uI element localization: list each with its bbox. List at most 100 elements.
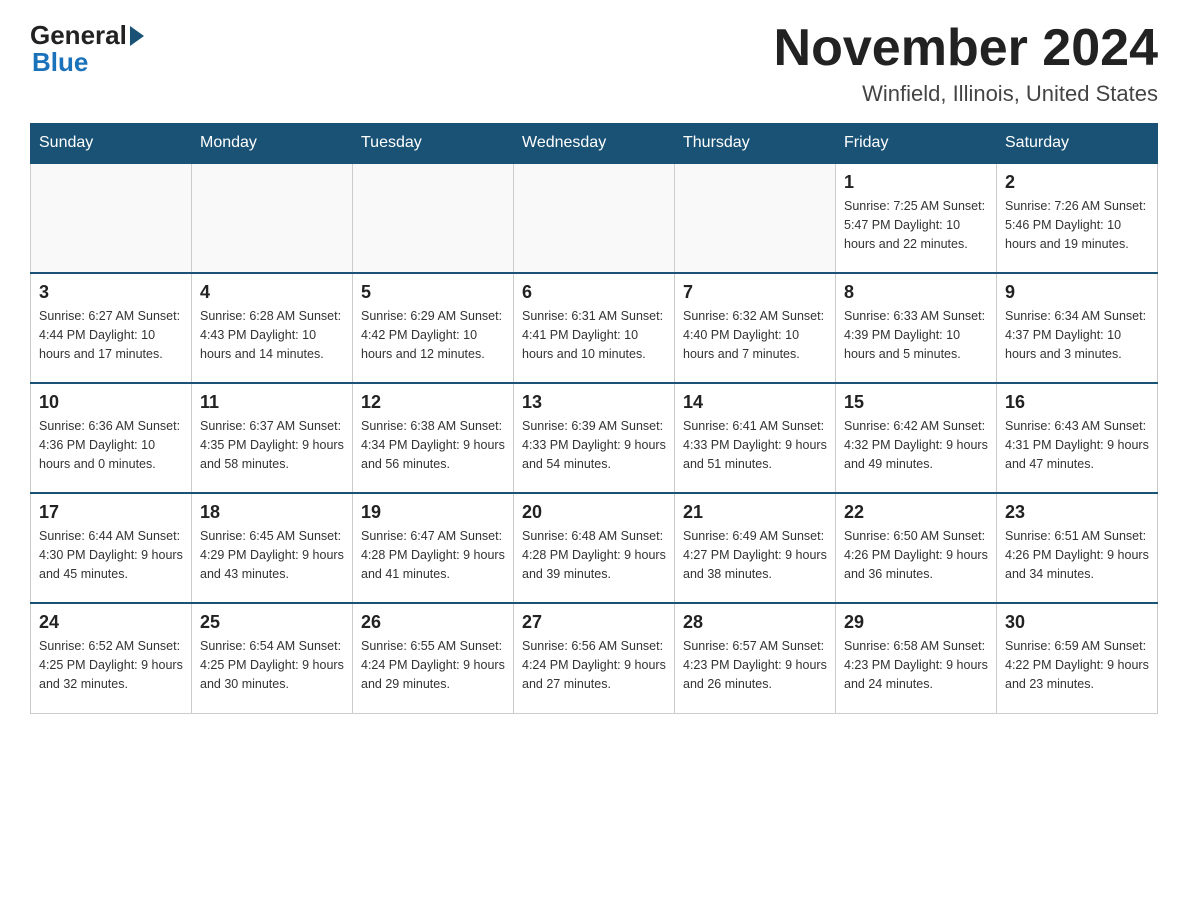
day-number: 5	[361, 282, 505, 303]
day-info: Sunrise: 6:36 AM Sunset: 4:36 PM Dayligh…	[39, 417, 183, 473]
day-number: 24	[39, 612, 183, 633]
day-number: 20	[522, 502, 666, 523]
calendar-cell: 1Sunrise: 7:25 AM Sunset: 5:47 PM Daylig…	[836, 163, 997, 273]
day-number: 23	[1005, 502, 1149, 523]
calendar-cell: 26 Sunrise: 6:55 AM Sunset: 4:24 PM Dayli…	[353, 603, 514, 713]
calendar-cell: 10 Sunrise: 6:36 AM Sunset: 4:36 PM Dayli…	[31, 383, 192, 493]
calendar-header-friday: Friday	[836, 124, 997, 164]
day-number: 13	[522, 392, 666, 413]
day-number: 25	[200, 612, 344, 633]
calendar-cell: 30 Sunrise: 6:59 AM Sunset: 4:22 PM Dayli…	[997, 603, 1158, 713]
day-info: Sunrise: 6:32 AM Sunset: 4:40 PM Dayligh…	[683, 307, 827, 363]
day-info: Sunrise: 6:44 AM Sunset: 4:30 PM Dayligh…	[39, 527, 183, 583]
day-number: 15	[844, 392, 988, 413]
week-row-5: 24 Sunrise: 6:52 AM Sunset: 4:25 PM Dayli…	[31, 603, 1158, 713]
calendar-header-thursday: Thursday	[675, 124, 836, 164]
calendar-header-monday: Monday	[192, 124, 353, 164]
calendar-header-tuesday: Tuesday	[353, 124, 514, 164]
day-number: 9	[1005, 282, 1149, 303]
week-row-2: 3 Sunrise: 6:27 AM Sunset: 4:44 PM Daylig…	[31, 273, 1158, 383]
day-info: Sunrise: 6:50 AM Sunset: 4:26 PM Dayligh…	[844, 527, 988, 583]
calendar-header-saturday: Saturday	[997, 124, 1158, 164]
calendar-cell: 12Sunrise: 6:38 AM Sunset: 4:34 PM Dayli…	[353, 383, 514, 493]
day-info: Sunrise: 6:54 AM Sunset: 4:25 PM Dayligh…	[200, 637, 344, 693]
day-number: 19	[361, 502, 505, 523]
logo: General Blue	[30, 20, 145, 78]
day-number: 10	[39, 392, 183, 413]
calendar-cell: 4 Sunrise: 6:28 AM Sunset: 4:43 PM Daylig…	[192, 273, 353, 383]
calendar-header-wednesday: Wednesday	[514, 124, 675, 164]
day-info: Sunrise: 6:43 AM Sunset: 4:31 PM Dayligh…	[1005, 417, 1149, 473]
day-info: Sunrise: 6:41 AM Sunset: 4:33 PM Dayligh…	[683, 417, 827, 473]
day-info: Sunrise: 7:26 AM Sunset: 5:46 PM Dayligh…	[1005, 197, 1149, 253]
day-number: 4	[200, 282, 344, 303]
location-subtitle: Winfield, Illinois, United States	[774, 81, 1158, 107]
day-info: Sunrise: 6:58 AM Sunset: 4:23 PM Dayligh…	[844, 637, 988, 693]
day-info: Sunrise: 6:55 AM Sunset: 4:24 PM Dayligh…	[361, 637, 505, 693]
day-info: Sunrise: 6:57 AM Sunset: 4:23 PM Dayligh…	[683, 637, 827, 693]
day-number: 11	[200, 392, 344, 413]
calendar-cell: 25 Sunrise: 6:54 AM Sunset: 4:25 PM Dayli…	[192, 603, 353, 713]
day-number: 22	[844, 502, 988, 523]
calendar-cell: 29 Sunrise: 6:58 AM Sunset: 4:23 PM Dayli…	[836, 603, 997, 713]
day-info: Sunrise: 6:51 AM Sunset: 4:26 PM Dayligh…	[1005, 527, 1149, 583]
day-info: Sunrise: 6:28 AM Sunset: 4:43 PM Dayligh…	[200, 307, 344, 363]
calendar-cell: 15Sunrise: 6:42 AM Sunset: 4:32 PM Dayli…	[836, 383, 997, 493]
day-info: Sunrise: 6:27 AM Sunset: 4:44 PM Dayligh…	[39, 307, 183, 363]
page-header: General Blue November 2024 Winfield, Ill…	[30, 20, 1158, 107]
month-title: November 2024	[774, 20, 1158, 77]
calendar-cell	[31, 163, 192, 273]
calendar-cell: 21 Sunrise: 6:49 AM Sunset: 4:27 PM Dayli…	[675, 493, 836, 603]
calendar-cell: 6 Sunrise: 6:31 AM Sunset: 4:41 PM Daylig…	[514, 273, 675, 383]
calendar-cell: 16 Sunrise: 6:43 AM Sunset: 4:31 PM Dayli…	[997, 383, 1158, 493]
day-info: Sunrise: 6:52 AM Sunset: 4:25 PM Dayligh…	[39, 637, 183, 693]
day-number: 26	[361, 612, 505, 633]
week-row-4: 17 Sunrise: 6:44 AM Sunset: 4:30 PM Dayli…	[31, 493, 1158, 603]
day-number: 29	[844, 612, 988, 633]
calendar-cell: 24 Sunrise: 6:52 AM Sunset: 4:25 PM Dayli…	[31, 603, 192, 713]
day-number: 16	[1005, 392, 1149, 413]
day-number: 21	[683, 502, 827, 523]
calendar-cell	[675, 163, 836, 273]
calendar-cell: 17 Sunrise: 6:44 AM Sunset: 4:30 PM Dayli…	[31, 493, 192, 603]
day-info: Sunrise: 6:38 AM Sunset: 4:34 PM Dayligh…	[361, 417, 505, 473]
week-row-1: 1Sunrise: 7:25 AM Sunset: 5:47 PM Daylig…	[31, 163, 1158, 273]
day-info: Sunrise: 6:34 AM Sunset: 4:37 PM Dayligh…	[1005, 307, 1149, 363]
calendar-cell: 23 Sunrise: 6:51 AM Sunset: 4:26 PM Dayli…	[997, 493, 1158, 603]
calendar-header-sunday: Sunday	[31, 124, 192, 164]
day-info: Sunrise: 6:59 AM Sunset: 4:22 PM Dayligh…	[1005, 637, 1149, 693]
calendar-cell: 20 Sunrise: 6:48 AM Sunset: 4:28 PM Dayli…	[514, 493, 675, 603]
day-number: 17	[39, 502, 183, 523]
day-info: Sunrise: 6:33 AM Sunset: 4:39 PM Dayligh…	[844, 307, 988, 363]
day-number: 28	[683, 612, 827, 633]
calendar-table: SundayMondayTuesdayWednesdayThursdayFrid…	[30, 123, 1158, 714]
calendar-cell: 5 Sunrise: 6:29 AM Sunset: 4:42 PM Daylig…	[353, 273, 514, 383]
day-info: Sunrise: 6:45 AM Sunset: 4:29 PM Dayligh…	[200, 527, 344, 583]
day-number: 3	[39, 282, 183, 303]
day-info: Sunrise: 6:29 AM Sunset: 4:42 PM Dayligh…	[361, 307, 505, 363]
day-number: 7	[683, 282, 827, 303]
day-number: 30	[1005, 612, 1149, 633]
calendar-cell: 27 Sunrise: 6:56 AM Sunset: 4:24 PM Dayli…	[514, 603, 675, 713]
day-info: Sunrise: 6:49 AM Sunset: 4:27 PM Dayligh…	[683, 527, 827, 583]
day-number: 6	[522, 282, 666, 303]
day-info: Sunrise: 6:56 AM Sunset: 4:24 PM Dayligh…	[522, 637, 666, 693]
day-number: 18	[200, 502, 344, 523]
day-number: 27	[522, 612, 666, 633]
day-info: Sunrise: 7:25 AM Sunset: 5:47 PM Dayligh…	[844, 197, 988, 253]
calendar-cell	[514, 163, 675, 273]
day-info: Sunrise: 6:31 AM Sunset: 4:41 PM Dayligh…	[522, 307, 666, 363]
day-info: Sunrise: 6:48 AM Sunset: 4:28 PM Dayligh…	[522, 527, 666, 583]
week-row-3: 10 Sunrise: 6:36 AM Sunset: 4:36 PM Dayli…	[31, 383, 1158, 493]
calendar-cell: 3 Sunrise: 6:27 AM Sunset: 4:44 PM Daylig…	[31, 273, 192, 383]
logo-arrow-icon	[130, 26, 144, 46]
day-number: 8	[844, 282, 988, 303]
calendar-cell	[192, 163, 353, 273]
logo-blue-text: Blue	[30, 47, 88, 78]
calendar-cell: 7 Sunrise: 6:32 AM Sunset: 4:40 PM Daylig…	[675, 273, 836, 383]
calendar-cell: 18 Sunrise: 6:45 AM Sunset: 4:29 PM Dayli…	[192, 493, 353, 603]
day-number: 14	[683, 392, 827, 413]
calendar-cell: 13Sunrise: 6:39 AM Sunset: 4:33 PM Dayli…	[514, 383, 675, 493]
calendar-header-row: SundayMondayTuesdayWednesdayThursdayFrid…	[31, 124, 1158, 164]
calendar-cell: 14 Sunrise: 6:41 AM Sunset: 4:33 PM Dayli…	[675, 383, 836, 493]
